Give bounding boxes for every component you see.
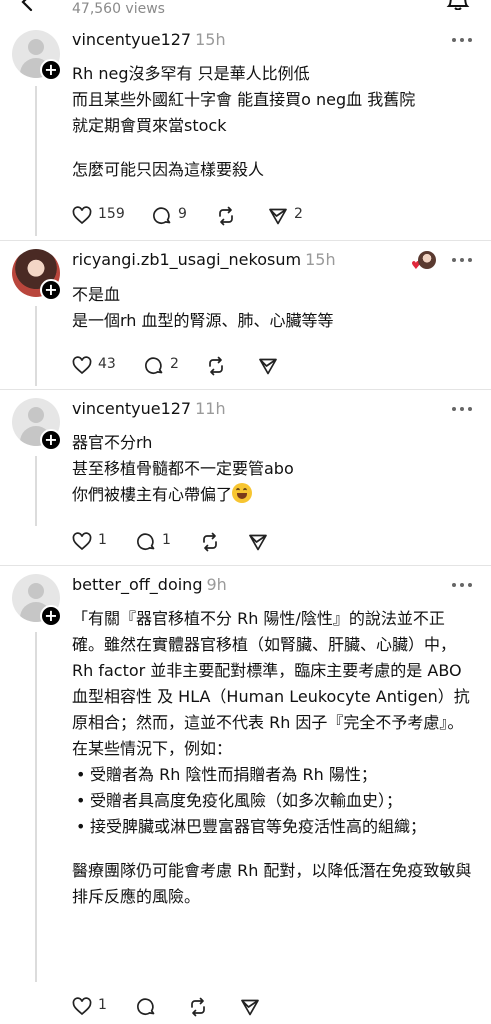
comment-icon [153, 207, 171, 224]
like-count: 159 [98, 206, 125, 222]
heart-icon [72, 206, 92, 225]
notification-icon[interactable] [446, 0, 470, 10]
share-icon [269, 208, 287, 225]
like-count: 1 [98, 532, 107, 548]
share-icon [241, 999, 259, 1016]
top-bar: 47,560 views [0, 0, 491, 24]
comment-author[interactable]: ricyangi.zb1_usagi_nekosum 15h [72, 250, 336, 269]
follow-plus-icon[interactable]: + [40, 59, 62, 81]
thread-line [35, 632, 37, 982]
comment-line: 就定期會買來當stock [72, 116, 227, 135]
heart-icon [72, 356, 92, 375]
bullet-item: 受贈者為 Rh 陰性而捐贈者為 Rh 陽性； [72, 762, 476, 788]
comment-paragraph: 「有關『器官移植不分 Rh 陽性/陰性』的說法並不正確。雖然在實體器官移植（如腎… [72, 609, 470, 758]
comment-line: 器官不分rh [72, 433, 153, 452]
username[interactable]: ricyangi.zb1_usagi_nekosum [72, 250, 301, 269]
comment-icon [145, 357, 163, 374]
comment-icon [137, 998, 155, 1015]
heart-icon [72, 532, 92, 551]
timestamp: 9h [206, 575, 227, 594]
more-options-icon[interactable] [450, 36, 474, 44]
divider [0, 389, 491, 390]
comment-line: 你們被樓主有心帶偏了 [72, 485, 233, 504]
thread-line [35, 456, 37, 526]
follow-plus-icon[interactable]: + [40, 279, 62, 301]
more-options-icon[interactable] [450, 256, 474, 264]
thread-line [35, 306, 37, 386]
comment-body: Rh neg沒多罕有 只是華人比例低 而且某些外國紅十字會 能直接買o neg血… [72, 61, 476, 183]
comment-body: 不是血 是一個rh 血型的腎源、肺、心臟等等 [72, 282, 476, 334]
share-icon [249, 534, 267, 551]
bullet-item: 接受脾臟或淋巴豐富器官等免疫活性高的組織； [72, 814, 476, 840]
repost-icon [203, 532, 217, 552]
comment-line: Rh neg沒多罕有 只是華人比例低 [72, 64, 310, 83]
comment-body: 器官不分rh 甚至移植骨髓都不一定要管abo 你們被樓主有心帶偏了 [72, 430, 476, 508]
comment-paragraph: 醫療團隊仍可能會考慮 Rh 配對，以降低潛在免疫致敏與排斥反應的風險。 [72, 861, 472, 906]
comment-line: 而且某些外國紅十字會 能直接買o neg血 我舊院 [72, 90, 416, 109]
more-options-icon[interactable] [450, 405, 474, 413]
repost-icon [209, 356, 223, 376]
more-options-icon[interactable] [450, 581, 474, 589]
follow-plus-icon[interactable]: + [40, 429, 62, 451]
comment-author[interactable]: vincentyue127 15h [72, 30, 226, 49]
divider [0, 240, 491, 241]
username[interactable]: vincentyue127 [72, 399, 191, 418]
timestamp: 15h [305, 250, 336, 269]
divider [0, 565, 491, 566]
repost-icon [191, 997, 205, 1017]
username[interactable]: better_off_doing [72, 575, 202, 594]
comment-line: 怎麼可能只因為這樣要殺人 [72, 160, 265, 179]
share-icon [259, 358, 277, 375]
follow-plus-icon[interactable]: + [40, 605, 62, 627]
comment-author[interactable]: better_off_doing 9h [72, 575, 227, 594]
timestamp: 15h [195, 30, 226, 49]
heart-icon [72, 997, 92, 1016]
reply-count: 2 [170, 356, 179, 372]
comment-body: 「有關『器官移植不分 Rh 陽性/陰性』的說法並不正確。雖然在實體器官移植（如腎… [72, 606, 476, 910]
comment-author[interactable]: vincentyue127 11h [72, 399, 226, 418]
reply-count: 1 [162, 532, 171, 548]
like-count: 43 [98, 356, 116, 372]
bullet-item: 受贈者具高度免疫化風險（如多次輸血史）； [72, 788, 476, 814]
repost-icon [219, 206, 233, 226]
comment-line: 不是血 [72, 285, 121, 304]
like-count: 1 [98, 997, 107, 1013]
timestamp: 11h [195, 399, 226, 418]
comment-line: 甚至移植骨髓都不一定要管abo [72, 459, 294, 478]
author-avatar-icon [418, 251, 436, 269]
grinning-sweat-emoji [232, 483, 253, 503]
comment-icon [137, 533, 155, 550]
reply-count: 9 [178, 206, 187, 222]
share-count: 2 [294, 206, 303, 222]
back-arrow-icon[interactable] [16, 0, 40, 14]
view-count: 47,560 views [72, 1, 165, 17]
thread-line [35, 86, 37, 236]
comment-line: 是一個rh 血型的腎源、肺、心臟等等 [72, 311, 334, 330]
username[interactable]: vincentyue127 [72, 30, 191, 49]
